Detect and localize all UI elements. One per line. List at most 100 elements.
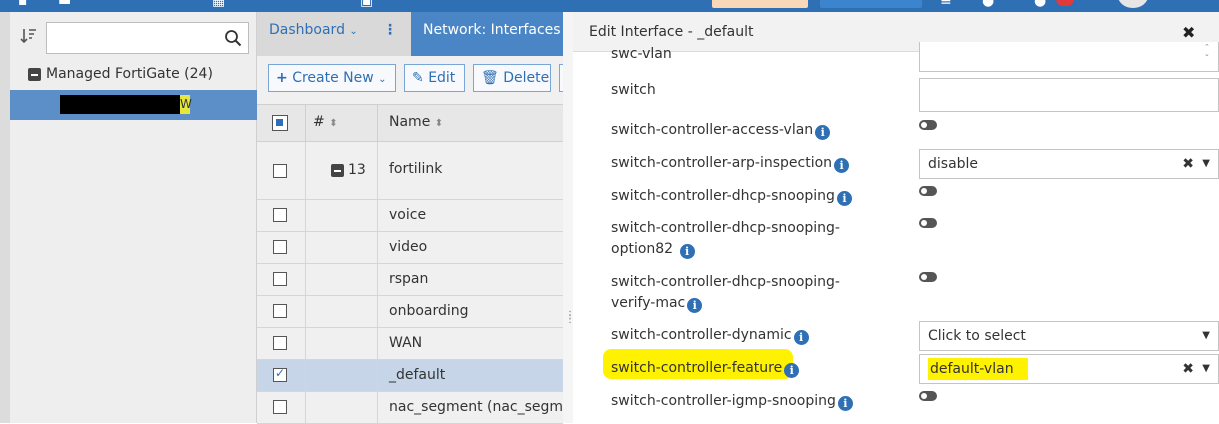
more-tabs-menu[interactable]: ⋮ — [365, 12, 409, 56]
option82-toggle[interactable] — [919, 218, 937, 228]
edit-button[interactable]: ✎ Edit — [404, 64, 465, 92]
top-blue-button[interactable] — [820, 0, 922, 8]
help-icon[interactable]: ● — [982, 0, 994, 8]
row-group-num[interactable]: 13 — [331, 162, 366, 178]
tree-root-label: Managed FortiGate (24) — [46, 66, 213, 82]
chevron-down-icon[interactable]: ▼ — [1202, 355, 1210, 383]
field-label: switch — [611, 82, 656, 98]
row-checkbox[interactable] — [273, 400, 287, 414]
column-header-num[interactable]: # ⬍ — [313, 114, 338, 130]
interfaces-panel: Dashboard ⌄ ⋮ Network: Interfaces + Crea… — [257, 12, 581, 424]
kebab-icon: ⋮ — [383, 22, 397, 38]
collapse-icon[interactable] — [28, 67, 41, 81]
chevron-down-icon[interactable]: ▼ — [1202, 322, 1210, 350]
info-icon[interactable]: i — [837, 396, 853, 411]
row-name: voice — [389, 207, 427, 223]
selected-device-row[interactable]: W — [10, 90, 257, 120]
delete-label: Delete — [503, 70, 550, 86]
panel-splitter[interactable]: ⋮ ⋮ — [563, 12, 575, 423]
table-toolbar: + Create New ⌄ ✎ Edit 🗑 Delete — [257, 56, 569, 104]
tab-dashboard-label: Dashboard — [269, 22, 345, 38]
row-checkbox[interactable] — [273, 336, 287, 350]
row-name: _default — [389, 367, 446, 383]
feature-select[interactable]: default-vlan ✖ ▼ — [919, 354, 1219, 384]
select-all-checkbox[interactable] — [272, 115, 288, 131]
field-label: switch-controller-dhcp-snooping i — [611, 186, 901, 207]
switch-input[interactable] — [919, 78, 1219, 112]
tab-bar: Dashboard ⌄ ⋮ Network: Interfaces — [257, 12, 563, 56]
close-icon[interactable]: ✖ — [1182, 23, 1195, 42]
name-header-label: Name — [389, 114, 431, 130]
info-icon[interactable]: i — [784, 363, 800, 378]
tab-network-interfaces[interactable]: Network: Interfaces — [411, 12, 563, 56]
collapse-icon[interactable] — [331, 163, 344, 177]
table-row[interactable]: 13 fortilink — [257, 142, 563, 200]
info-icon[interactable]: i — [836, 191, 852, 206]
field-label: switch-controller-dynamic i — [611, 325, 901, 346]
clear-icon[interactable]: ✖ — [1182, 150, 1194, 178]
row-checkbox[interactable] — [273, 240, 287, 254]
table-row[interactable]: video — [257, 232, 563, 264]
search-input[interactable] — [47, 23, 217, 53]
sort-icon[interactable] — [20, 27, 40, 47]
verify-mac-toggle[interactable] — [919, 272, 937, 282]
delete-button[interactable]: 🗑 Delete — [473, 64, 551, 92]
field-label: switch-controller-arp-inspection i — [611, 153, 901, 174]
create-new-button[interactable]: + Create New ⌄ — [268, 64, 396, 92]
chevron-down-icon[interactable]: ▼ — [1202, 150, 1210, 178]
info-icon[interactable]: i — [834, 158, 850, 173]
bell-icon[interactable]: ● — [1034, 0, 1046, 8]
app-icon[interactable]: ▬ — [58, 0, 71, 8]
dynamic-select[interactable]: Click to select ▼ — [919, 321, 1219, 351]
device-search[interactable] — [46, 22, 249, 54]
table-row[interactable]: WAN — [257, 328, 563, 360]
left-gutter — [0, 12, 10, 423]
table-row[interactable]: onboarding — [257, 296, 563, 328]
menu-icon[interactable]: ▪ — [18, 0, 28, 8]
field-label-text: switch-controller-dhcp-snooping — [611, 188, 835, 204]
edit-icon: ✎ — [412, 70, 424, 86]
table-row[interactable]: rspan — [257, 264, 563, 296]
field-label-text: switch-controller-arp-inspection — [611, 155, 833, 171]
field-label-text: switch-controller-access-vlan — [611, 122, 814, 138]
avatar[interactable] — [1118, 0, 1148, 8]
swc-vlan-input[interactable]: ⌃ ⌄ — [919, 42, 1219, 72]
terminal-icon[interactable]: ▣ — [360, 0, 373, 8]
igmp-snooping-toggle[interactable] — [919, 391, 937, 401]
spinner-icon[interactable]: ⌃ ⌄ — [1204, 44, 1214, 60]
info-icon[interactable]: i — [687, 298, 703, 313]
tab-network-interfaces-label: Network: Interfaces — [423, 22, 561, 38]
column-header-name[interactable]: Name ⬍ — [389, 114, 443, 130]
sort-arrows-icon: ⬍ — [434, 118, 444, 129]
calendar-icon[interactable]: ▦ — [212, 0, 225, 8]
access-vlan-toggle[interactable] — [919, 120, 937, 130]
search-icon[interactable] — [224, 29, 242, 47]
field-label: switch-controller-igmp-snooping i — [611, 391, 901, 412]
info-icon[interactable]: i — [815, 125, 831, 140]
field-label-text: switch-controller-igmp-snooping — [611, 393, 836, 409]
table-row[interactable]: _default — [257, 360, 563, 392]
device-tree-panel: Managed FortiGate (24) W — [0, 12, 257, 423]
row-name: WAN — [389, 335, 423, 351]
field-label: swc-vlan — [611, 46, 672, 62]
list-icon[interactable]: ≡ — [940, 0, 952, 8]
tree-root[interactable]: Managed FortiGate (24) — [28, 66, 213, 82]
arp-inspection-select[interactable]: disable ✖ ▼ — [919, 149, 1219, 179]
info-icon[interactable]: i — [793, 330, 809, 345]
row-checkbox[interactable] — [273, 208, 287, 222]
tab-dashboard[interactable]: Dashboard ⌄ — [257, 12, 362, 56]
row-name: nac_segment (nac_segmen — [389, 399, 581, 415]
row-checkbox[interactable] — [273, 164, 287, 178]
row-checkbox[interactable] — [273, 304, 287, 318]
dhcp-snooping-toggle[interactable] — [919, 186, 937, 196]
chevron-down-icon: ⌄ — [378, 74, 387, 85]
info-icon[interactable]: i — [679, 244, 695, 259]
row-name: onboarding — [389, 303, 469, 319]
top-orange-button[interactable] — [712, 0, 808, 8]
row-checkbox[interactable] — [273, 366, 287, 382]
clear-icon[interactable]: ✖ — [1182, 355, 1194, 383]
table-row[interactable]: voice — [257, 200, 563, 232]
table-row[interactable]: nac_segment (nac_segmen — [257, 392, 581, 424]
row-checkbox[interactable] — [273, 272, 287, 286]
field-label: switch-controller-dhcp-snooping-option82… — [611, 218, 901, 260]
